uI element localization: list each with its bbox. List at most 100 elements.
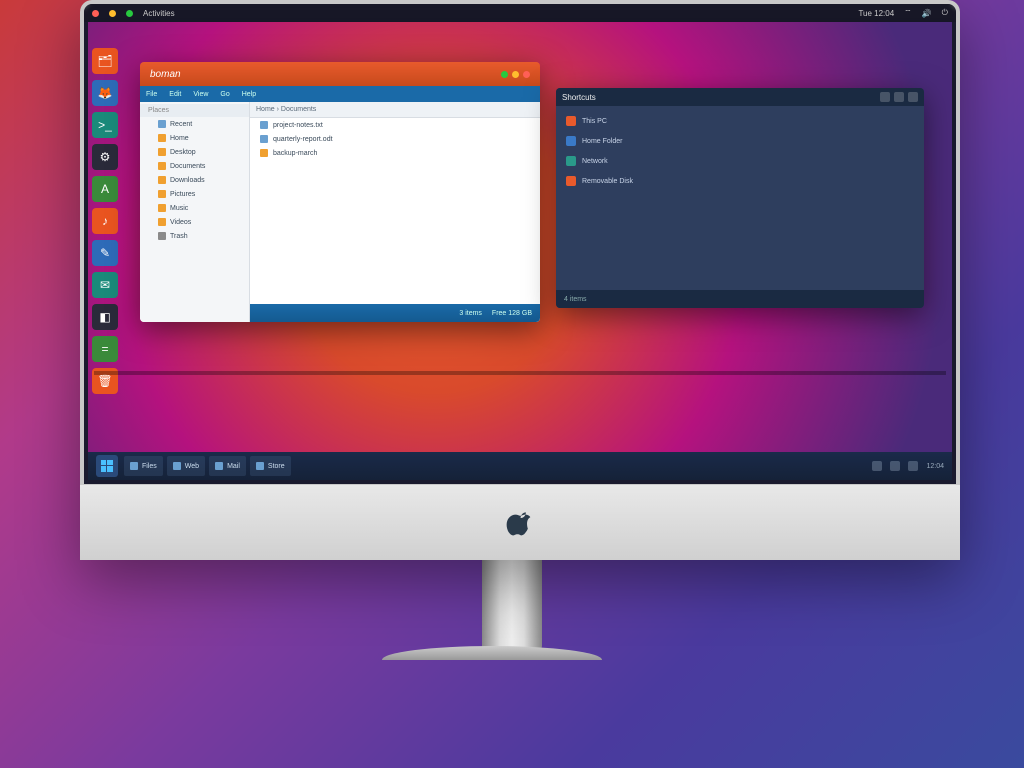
file-icon [260, 135, 268, 143]
list-item[interactable]: Removable Disk [566, 174, 914, 188]
firefox-app[interactable]: 🦊 [92, 80, 118, 106]
folder-icon [158, 176, 166, 184]
mail-task[interactable]: Mail [209, 456, 246, 476]
task-label: Store [268, 463, 285, 470]
menu-go[interactable]: Go [220, 91, 229, 98]
status-count: 4 items [564, 296, 587, 303]
sidebar-item-label: Home [170, 135, 189, 142]
traffic-min-icon[interactable] [109, 10, 116, 17]
breadcrumb[interactable]: Home › Documents [250, 102, 540, 118]
folder-icon [158, 148, 166, 156]
file-icon [158, 120, 166, 128]
system-tray: 12:04 [872, 461, 944, 471]
traffic-close-icon[interactable] [92, 10, 99, 17]
sidebar-item-label: Trash [170, 233, 188, 240]
menubar-clock[interactable]: Tue 12:04 [858, 9, 894, 18]
divider [94, 371, 946, 375]
close-button[interactable] [908, 92, 918, 102]
menu-edit[interactable]: Edit [169, 91, 181, 98]
power-icon[interactable]: ⏻ [942, 8, 948, 18]
task-icon [173, 462, 181, 470]
menu-view[interactable]: View [193, 91, 208, 98]
taskbar-clock[interactable]: 12:04 [926, 463, 944, 470]
explorer-task[interactable]: Files [124, 456, 163, 476]
task-label: Web [185, 463, 199, 470]
statusbar: 4 items [556, 290, 924, 308]
activities-label[interactable]: Activities [143, 9, 175, 18]
sidebar-item-recent[interactable]: Recent [140, 117, 249, 131]
statusbar: 3 items Free 128 GB [250, 304, 540, 322]
task-label: Files [142, 463, 157, 470]
brand-logo-text: boman [150, 69, 181, 80]
menu-file[interactable]: File [146, 91, 157, 98]
sidebar-item-documents[interactable]: Documents [140, 159, 249, 173]
list-item-label: Network [582, 158, 608, 165]
list-item-label: project-notes.txt [273, 122, 323, 129]
sidebar-item-music[interactable]: Music [140, 201, 249, 215]
sidebar-item-desktop[interactable]: Desktop [140, 145, 249, 159]
start-button[interactable] [96, 455, 118, 477]
window-max-icon[interactable] [512, 71, 519, 78]
file-manager-window[interactable]: boman File Edit View Go Help Places Recent Ho… [140, 62, 540, 322]
item-icon [566, 156, 576, 166]
sidebar-item-videos[interactable]: Videos [140, 215, 249, 229]
folder-icon [158, 162, 166, 170]
titlebar[interactable]: Shortcuts [556, 88, 924, 106]
mail-app[interactable]: ✉ [92, 272, 118, 298]
menu-help[interactable]: Help [242, 91, 256, 98]
breadcrumb-text: Home › Documents [256, 106, 316, 113]
item-icon [566, 176, 576, 186]
list-item-label: quarterly-report.odt [273, 136, 333, 143]
sidebar-item-downloads[interactable]: Downloads [140, 173, 249, 187]
browser-task[interactable]: Web [167, 456, 205, 476]
minimize-button[interactable] [880, 92, 890, 102]
top-menubar: Activities Tue 12:04 ⌔ 🔊 ⏻ [84, 4, 956, 22]
file-icon [260, 121, 268, 129]
sidebar-header: Places [140, 104, 249, 117]
task-label: Mail [227, 463, 240, 470]
folder-icon [158, 134, 166, 142]
store-task[interactable]: Store [250, 456, 291, 476]
list-item[interactable]: This PC [566, 114, 914, 128]
taskbar: Files Web Mail Store 12:04 [88, 452, 952, 480]
window-min-icon[interactable] [501, 71, 508, 78]
terminal-app[interactable]: >_ [92, 112, 118, 138]
tray-volume-icon[interactable] [890, 461, 900, 471]
item-icon [566, 136, 576, 146]
list-item[interactable]: Home Folder [566, 134, 914, 148]
photos-app[interactable]: ◧ [92, 304, 118, 330]
wifi-icon[interactable]: ⌔ [904, 8, 912, 18]
music-app[interactable]: ♪ [92, 208, 118, 234]
list-item[interactable]: backup-march [250, 146, 540, 160]
traffic-max-icon[interactable] [126, 10, 133, 17]
store-app[interactable]: A [92, 176, 118, 202]
sidebar-item-pictures[interactable]: Pictures [140, 187, 249, 201]
list-item[interactable]: quarterly-report.odt [250, 132, 540, 146]
list-item-label: This PC [582, 118, 607, 125]
desktop-wallpaper: 🗂🦊>_⚙A♪✎✉◧=🗑 boman FileEditViewGoHelp Pl… [88, 22, 952, 480]
task-icon [215, 462, 223, 470]
task-icon [256, 462, 264, 470]
disk-icon [158, 232, 166, 240]
list-item-label: Removable Disk [582, 178, 633, 185]
text-editor-app[interactable]: ✎ [92, 240, 118, 266]
tray-network-icon[interactable] [872, 461, 882, 471]
tray-battery-icon[interactable] [908, 461, 918, 471]
sidebar-item-trash[interactable]: Trash [140, 229, 249, 243]
settings-app[interactable]: ⚙ [92, 144, 118, 170]
monitor-chin [80, 485, 960, 560]
folder-icon [158, 204, 166, 212]
files-app[interactable]: 🗂 [92, 48, 118, 74]
window-close-icon[interactable] [523, 71, 530, 78]
folder-icon [260, 149, 268, 157]
sidebar-item-label: Recent [170, 121, 192, 128]
maximize-button[interactable] [894, 92, 904, 102]
sidebar-item-home[interactable]: Home [140, 131, 249, 145]
list-item[interactable]: Network [566, 154, 914, 168]
list-item[interactable]: project-notes.txt [250, 118, 540, 132]
shortcuts-window[interactable]: Shortcuts This PC Home Folder Network Remov… [556, 88, 924, 308]
volume-icon[interactable]: 🔊 [922, 9, 932, 18]
folder-icon [158, 190, 166, 198]
calc-app[interactable]: = [92, 336, 118, 362]
sidebar-panel: Places Recent Home DesktopDocumentsDownloa… [140, 86, 250, 322]
